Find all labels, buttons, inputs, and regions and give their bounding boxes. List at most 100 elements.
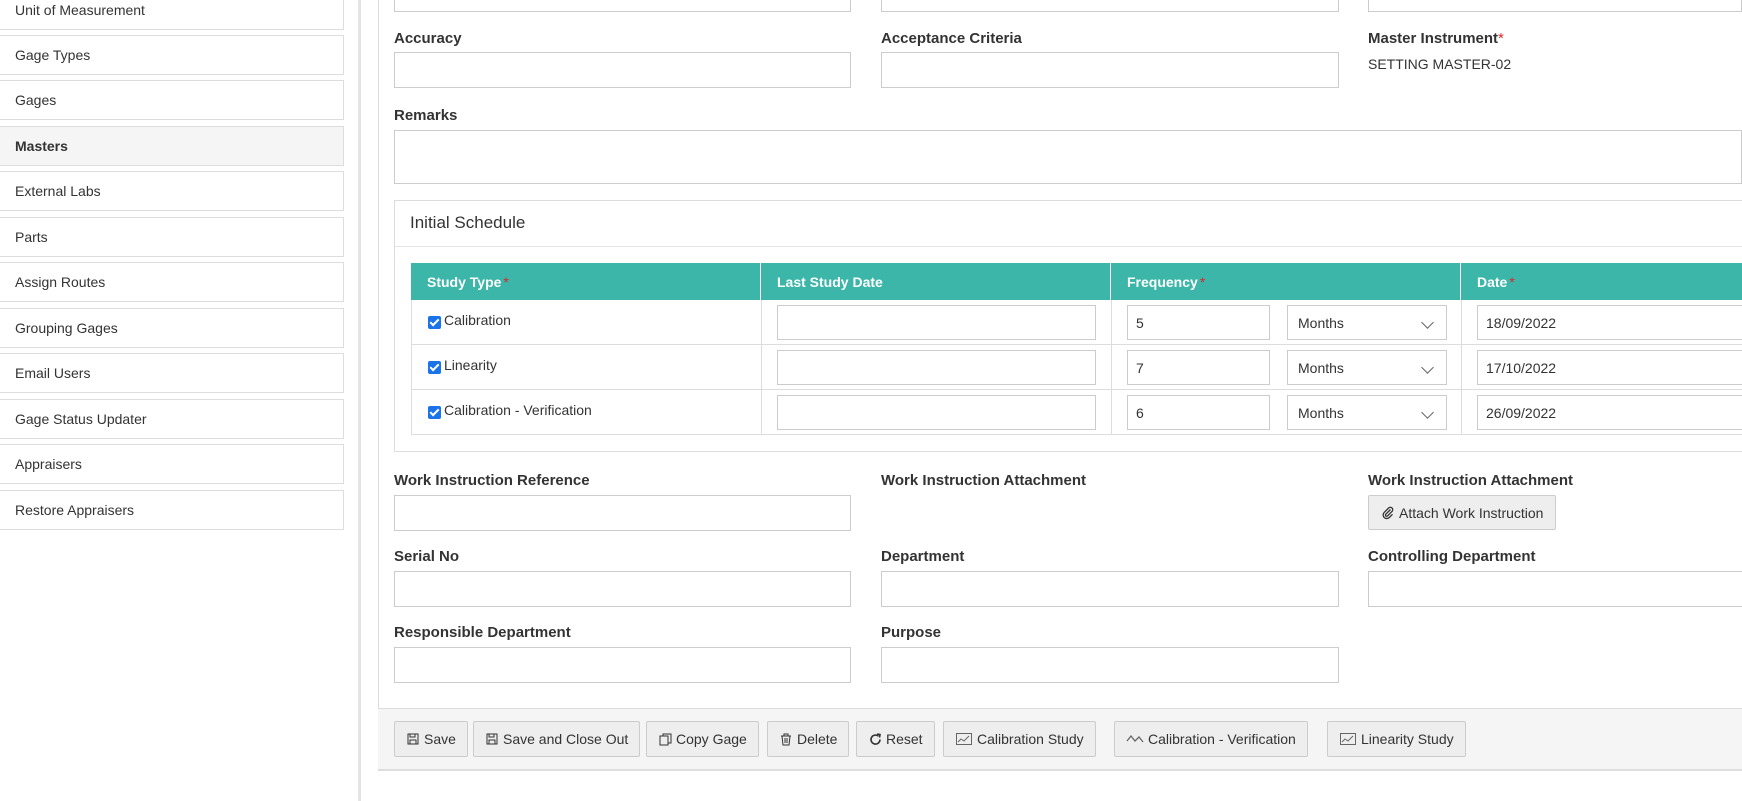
delete-button[interactable]: Delete (767, 721, 850, 757)
clipped-field-2[interactable] (881, 0, 1339, 12)
sidebar-item-label: Unit of Measurement (15, 2, 145, 18)
table-row: Calibration 5 Months 18/09/2022 (411, 300, 1742, 345)
copy-gage-label: Copy Gage (676, 731, 747, 747)
chart-icon (1339, 732, 1357, 746)
purpose-label: Purpose (881, 624, 942, 641)
clipped-field-1[interactable] (394, 0, 851, 12)
sidebar-item-label: External Labs (15, 183, 101, 199)
sidebar-item-gages[interactable]: Gages (0, 80, 344, 120)
frequency-input[interactable]: 7 (1127, 350, 1270, 385)
frequency-input[interactable]: 6 (1127, 395, 1270, 430)
remarks-textarea[interactable] (394, 130, 1742, 184)
study-type-label: Calibration (444, 312, 511, 328)
initial-schedule-title: Initial Schedule (410, 213, 526, 232)
linearity-study-label: Linearity Study (1361, 731, 1454, 747)
reset-label: Reset (886, 731, 923, 747)
department-input[interactable] (881, 571, 1339, 607)
paperclip-icon (1381, 506, 1395, 520)
last-study-date-input[interactable] (777, 395, 1096, 430)
frequency-unit-value: Months (1298, 314, 1344, 331)
sidebar-item-restore-appraisers[interactable]: Restore Appraisers (0, 490, 344, 530)
sidebar-item-external-labs[interactable]: External Labs (0, 171, 344, 211)
line-chart-icon (1126, 732, 1144, 746)
reset-button[interactable]: Reset (856, 721, 935, 757)
sidebar-item-label: Masters (15, 138, 68, 154)
sidebar-item-label: Email Users (15, 365, 91, 381)
divider (395, 246, 1742, 247)
chevron-down-icon (1421, 316, 1434, 329)
study-type-label: Linearity (444, 357, 497, 373)
sidebar-item-label: Grouping Gages (15, 320, 118, 336)
sidebar-item-label: Gage Status Updater (15, 411, 147, 427)
frequency-unit-select[interactable]: Months (1287, 350, 1447, 385)
acceptance-criteria-input[interactable] (881, 52, 1339, 88)
master-instrument-value: SETTING MASTER-02 (1368, 56, 1512, 72)
chevron-down-icon (1421, 406, 1434, 419)
work-instruction-reference-input[interactable] (394, 495, 851, 531)
sidebar-item-appraisers[interactable]: Appraisers (0, 444, 344, 484)
save-and-close-out-button[interactable]: Save and Close Out (473, 721, 641, 757)
delete-label: Delete (797, 731, 838, 747)
last-study-date-input[interactable] (777, 350, 1096, 385)
sidebar-item-grouping-gages[interactable]: Grouping Gages (0, 308, 344, 348)
sidebar-item-masters[interactable]: Masters (0, 126, 344, 166)
save-icon (485, 732, 499, 746)
frequency-unit-select[interactable]: Months (1287, 305, 1447, 340)
work-instruction-attachment-label: Work Instruction Attachment (881, 472, 1087, 489)
table-row: Calibration - Verification 6 Months 26/0… (411, 390, 1742, 435)
attach-work-instruction-label: Attach Work Instruction (1399, 504, 1544, 521)
calibration-study-label: Calibration Study (977, 731, 1084, 747)
form-actions-bar: Save Save and Close Out Copy Gage Delete… (378, 708, 1742, 770)
sidebar-item-unit-of-measurement[interactable]: Unit of Measurement (0, 0, 344, 30)
refresh-icon (868, 732, 882, 746)
frequency-unit-value: Months (1298, 404, 1344, 421)
date-input[interactable]: 17/10/2022 (1477, 350, 1742, 385)
save-icon (406, 732, 420, 746)
copy-icon (658, 732, 672, 746)
calibration-study-button[interactable]: Calibration Study (943, 721, 1096, 757)
responsible-department-input[interactable] (394, 647, 851, 683)
sidebar-item-assign-routes[interactable]: Assign Routes (0, 262, 344, 302)
frequency-unit-select[interactable]: Months (1287, 395, 1447, 430)
work-instruction-attachment-label-2: Work Instruction Attachment (1368, 472, 1574, 489)
column-date: Date * (1477, 273, 1515, 290)
sidebar-item-gage-types[interactable]: Gage Types (0, 35, 344, 75)
study-type-checkbox[interactable] (428, 316, 441, 329)
accuracy-input[interactable] (394, 52, 851, 88)
serial-no-label: Serial No (394, 548, 460, 565)
accuracy-label: Accuracy (394, 30, 462, 47)
column-frequency: Frequency * (1111, 263, 1461, 300)
clipped-field-3[interactable] (1368, 0, 1742, 12)
sidebar-item-email-users[interactable]: Email Users (0, 353, 344, 393)
date-input[interactable]: 18/09/2022 (1477, 305, 1742, 340)
last-study-date-input[interactable] (777, 305, 1096, 340)
calibration-verification-button[interactable]: Calibration - Verification (1114, 721, 1308, 757)
acceptance-criteria-label: Acceptance Criteria (881, 30, 1022, 47)
date-input[interactable]: 26/09/2022 (1477, 395, 1742, 430)
controlling-department-label: Controlling Department (1368, 548, 1536, 565)
study-type-label: Calibration - Verification (444, 402, 592, 418)
save-button[interactable]: Save (394, 721, 468, 757)
work-instruction-reference-label: Work Instruction Reference (394, 472, 590, 489)
master-instrument-label: Master Instrument* (1368, 30, 1504, 47)
column-study-type: Study Type * (411, 263, 761, 300)
sidebar-item-gage-status-updater[interactable]: Gage Status Updater (0, 399, 344, 439)
serial-no-input[interactable] (394, 571, 851, 607)
purpose-input[interactable] (881, 647, 1339, 683)
study-type-checkbox[interactable] (428, 361, 441, 374)
controlling-department-input[interactable] (1368, 571, 1742, 607)
copy-gage-button[interactable]: Copy Gage (646, 721, 759, 757)
attach-work-instruction-button[interactable]: Attach Work Instruction (1368, 495, 1557, 530)
frequency-unit-value: Months (1298, 359, 1344, 376)
sidebar-item-parts[interactable]: Parts (0, 217, 344, 257)
calibration-verification-label: Calibration - Verification (1148, 731, 1296, 747)
required-asterisk: * (1498, 30, 1504, 47)
responsible-department-label: Responsible Department (394, 624, 571, 641)
sidebar-item-label: Appraisers (15, 456, 82, 472)
linearity-study-button[interactable]: Linearity Study (1327, 721, 1466, 757)
sidebar-item-label: Restore Appraisers (15, 502, 135, 518)
chart-icon (955, 732, 973, 746)
study-type-checkbox[interactable] (428, 406, 441, 419)
frequency-input[interactable]: 5 (1127, 305, 1270, 340)
sidebar-item-label: Parts (15, 229, 48, 245)
